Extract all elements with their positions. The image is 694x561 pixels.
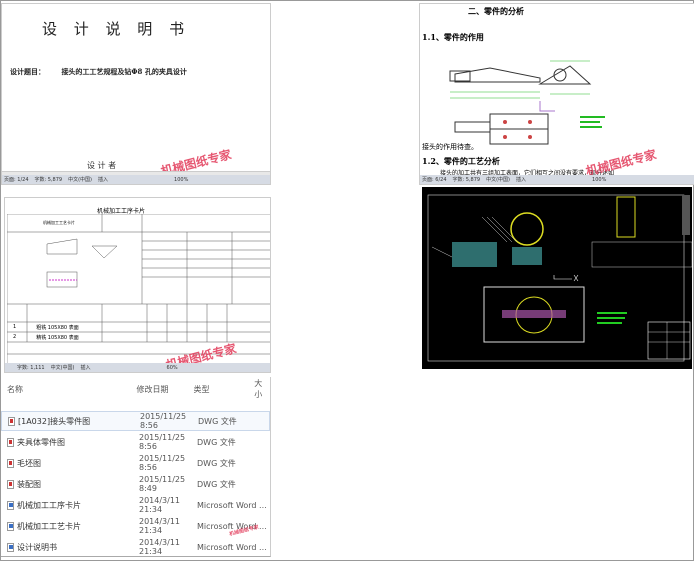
file-row[interactable]: 机械加工工序卡片 2014/3/11 21:34 Microsoft Word ..… [1, 495, 270, 515]
zoom-level[interactable]: 100% [174, 177, 188, 183]
part-drawing [449, 60, 605, 145]
file-type: DWG 文件 [197, 479, 236, 489]
file-date: 2014/3/11 21:34 [139, 496, 181, 514]
insert-mode: 插入 [80, 365, 91, 371]
file-row[interactable]: 毛坯图 2015/11/25 8:56 DWG 文件 [1, 453, 270, 473]
file-date: 2014/3/11 21:34 [139, 517, 181, 535]
section-1-1-text: 接头的作用待查。 [422, 143, 478, 151]
cad-canvas [427, 194, 692, 362]
word-count: 字数: 5,879 [34, 177, 63, 183]
file-type: Microsoft Word ... [197, 500, 267, 510]
cad-scrollbar [682, 195, 690, 235]
file-date: 2015/11/25 8:56 [139, 454, 186, 472]
word-doc-cover: 设 计 说 明 书 设计题目： 接头的工工艺规程及钻Φ8 孔的夹具设计 设 计 … [1, 3, 271, 185]
status-bar: 页面: 6/24 字数: 5,879 中文(中国) 插入 100% [420, 175, 694, 184]
word-doc-analysis: 二、零件的分析 1.1、零件的作用 接头的作用待查。 1.2、零件的工艺分析 接… [419, 3, 694, 185]
col-date[interactable]: 修改日期 [137, 384, 194, 395]
file-date: 2015/11/25 8:56 [139, 433, 186, 451]
operation-row-2: 2 精铣 105X80 表面 [13, 334, 79, 341]
word-doc-icon [7, 500, 14, 510]
file-type: DWG 文件 [198, 416, 237, 426]
file-name: 毛坯图 [17, 458, 41, 468]
section-1-1: 1.1、零件的作用 [422, 32, 484, 42]
page-count: 页面: 6/24 [422, 177, 447, 183]
file-name-cell: 设计说明书 [1, 542, 139, 553]
col-name[interactable]: 名称 [1, 384, 137, 395]
op-content: 精铣 105X80 表面 [36, 335, 79, 341]
zoom-level[interactable]: 100% [592, 177, 606, 183]
file-type: Microsoft Word ... [197, 542, 267, 552]
file-name-cell: [1A032]接头零件图 [2, 416, 140, 427]
file-name: 设计说明书 [17, 542, 57, 552]
file-row[interactable]: 夹具体零件图 2015/11/25 8:56 DWG 文件 [1, 432, 270, 452]
file-name: 夹具体零件图 [17, 437, 65, 447]
file-date: 2015/11/25 8:49 [139, 475, 186, 493]
language: 中文(中国) [50, 365, 75, 371]
file-explorer: 名称 修改日期 类型 大小 [1A032]接头零件图 2015/11/25 8:5… [1, 377, 271, 557]
file-row[interactable]: [1A032]接头零件图 2015/11/25 8:56 DWG 文件 [1, 411, 270, 431]
file-type: DWG 文件 [197, 458, 236, 468]
op-no: 2 [13, 334, 17, 340]
status-bar: 页面: 1/24 字数: 5,879 中文(中国) 插入 100% [2, 175, 270, 184]
word-doc-icon [7, 521, 14, 531]
operation-row-1: 1 粗铣 105X80 表面 [13, 324, 79, 331]
cad-assembly-drawing [422, 187, 692, 369]
author-line: 设 计 者 [87, 161, 117, 170]
file-name-cell: 机械加工工序卡片 [1, 500, 139, 511]
word-count: 字数: 1,111 [17, 365, 45, 371]
status-bar: 字数: 1,111 中文(中国) 插入 60% [5, 363, 270, 372]
section-1-2: 1.2、零件的工艺分析 [422, 156, 500, 166]
language: 中文(中国) [486, 177, 511, 183]
column-headers: 名称 修改日期 类型 大小 [1, 379, 270, 399]
col-type[interactable]: 类型 [193, 384, 254, 395]
file-name-cell: 装配图 [1, 479, 139, 490]
dwg-file-icon [7, 458, 14, 468]
file-date: 2014/3/11 21:34 [139, 538, 181, 556]
file-date: 2015/11/25 8:56 [140, 412, 187, 430]
language: 中文(中国) [68, 177, 93, 183]
col-size[interactable]: 大小 [254, 378, 270, 400]
dwg-file-icon [7, 437, 14, 447]
word-doc-process-card: 机械加工工序卡片 机械加工工艺卡片 1 粗铣 105X80 表面 2 精铣 105X… [4, 197, 271, 373]
file-row[interactable]: 设计说明书 2014/3/11 21:34 Microsoft Word ... [1, 537, 270, 556]
word-doc-icon [7, 542, 14, 552]
page-count: 页面: 1/24 [4, 177, 29, 183]
file-name: 机械加工工序卡片 [17, 500, 81, 510]
topic-label: 设计题目： [10, 67, 45, 76]
insert-mode: 插入 [98, 177, 109, 183]
file-row[interactable]: 装配图 2015/11/25 8:49 DWG 文件 [1, 474, 270, 494]
op-no: 1 [13, 324, 17, 330]
design-topic: 设计题目： 接头的工工艺规程及钻Φ8 孔的夹具设计 [10, 67, 187, 77]
file-name-cell: 机械加工工艺卡片 [1, 521, 139, 532]
op-content: 粗铣 105X80 表面 [36, 325, 79, 331]
file-type: DWG 文件 [197, 437, 236, 447]
word-count: 字数: 5,879 [452, 177, 481, 183]
file-name: 装配图 [17, 479, 41, 489]
file-name: 机械加工工艺卡片 [17, 521, 81, 531]
file-name: [1A032]接头零件图 [18, 416, 91, 426]
zoom-level[interactable]: 60% [167, 365, 178, 371]
doc-title: 设 计 说 明 书 [42, 20, 191, 38]
dwg-file-icon [8, 416, 15, 426]
file-name-cell: 夹具体零件图 [1, 437, 139, 448]
section-heading: 二、零件的分析 [468, 6, 524, 16]
insert-mode: 插入 [516, 177, 527, 183]
topic-text: 接头的工工艺规程及钻Φ8 孔的夹具设计 [61, 67, 187, 76]
dwg-file-icon [7, 479, 14, 489]
card-header-left: 机械加工工艺卡片 [43, 220, 75, 225]
file-name-cell: 毛坯图 [1, 458, 139, 469]
